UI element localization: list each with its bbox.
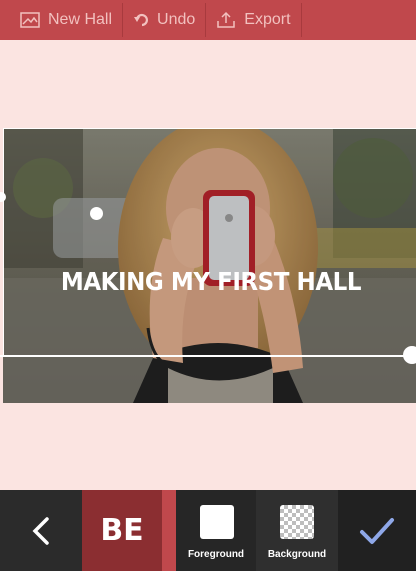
top-toolbar: New Hall Undo Export (0, 0, 416, 40)
font-style-button[interactable]: BE (82, 490, 162, 571)
hall-caption-text[interactable]: MAKING MY FIRST HALL (17, 267, 405, 296)
background-photo[interactable] (3, 128, 416, 403)
hall-canvas[interactable]: MAKING MY FIRST HALL (0, 40, 416, 490)
export-label: Export (244, 11, 291, 28)
toolbar-divider (300, 3, 302, 37)
font-preview-text: BE (100, 513, 144, 548)
foreground-label: Foreground (187, 549, 245, 560)
new-hall-button[interactable]: New Hall (0, 0, 122, 40)
back-chevron-icon (32, 516, 49, 545)
undo-button[interactable]: Undo (123, 0, 205, 40)
background-label: Background (267, 549, 327, 560)
resize-handle-right[interactable] (403, 346, 416, 364)
export-button[interactable]: Export (206, 0, 300, 40)
transparent-swatch (280, 505, 314, 539)
undo-icon (134, 13, 148, 27)
export-icon (217, 11, 236, 28)
back-button[interactable] (0, 490, 82, 571)
app: New Hall Undo Export MAKING MY FIRST HAL… (0, 0, 416, 571)
checkmark-icon (360, 517, 394, 544)
undo-label: Undo (157, 11, 196, 28)
resize-handle-top[interactable] (90, 207, 103, 220)
new-hall-label: New Hall (48, 11, 113, 28)
background-button[interactable]: Background (256, 490, 338, 571)
foreground-button[interactable]: Foreground (176, 490, 256, 571)
bottom-toolbar: BE Foreground Background (0, 490, 416, 571)
resize-guide-line[interactable] (0, 355, 416, 357)
photo-woman-with-phone (3, 128, 416, 403)
confirm-button[interactable] (338, 490, 416, 571)
foreground-swatch (200, 505, 234, 539)
color-strip (162, 490, 176, 571)
image-icon (20, 12, 40, 28)
